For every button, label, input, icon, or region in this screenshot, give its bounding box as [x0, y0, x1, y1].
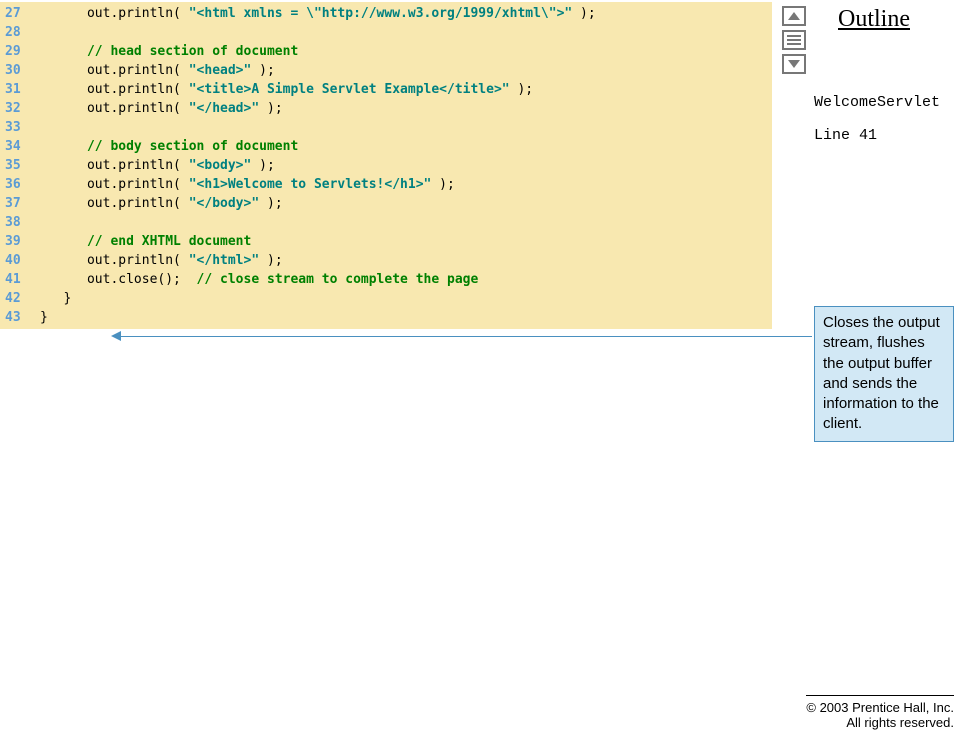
line-number: 40 [0, 251, 40, 270]
code-content: out.println( "<head>" ); [40, 61, 772, 80]
line-number: 38 [0, 213, 40, 232]
code-content: out.println( "<body>" ); [40, 156, 772, 175]
callout-arrow-head [111, 331, 121, 341]
outline-info: WelcomeServlet Line 41 [814, 94, 940, 146]
outline-title: Outline [838, 6, 910, 33]
code-content: out.println( "</html>" ); [40, 251, 772, 270]
line-number: 28 [0, 23, 40, 42]
lines-icon [782, 30, 806, 50]
code-content [40, 213, 772, 232]
code-line: 29 // head section of document [0, 42, 772, 61]
callout-arrow-line [120, 336, 812, 337]
code-content: out.println( "</head>" ); [40, 99, 772, 118]
code-content: } [40, 308, 772, 327]
outline-class-name: WelcomeServlet [814, 94, 940, 111]
code-content: out.println( "<html xmlns = \"http://www… [40, 4, 772, 23]
line-number: 36 [0, 175, 40, 194]
code-line: 38 [0, 213, 772, 232]
code-line: 34 // body section of document [0, 137, 772, 156]
footer-rights: All rights reserved. [806, 715, 954, 730]
line-number: 33 [0, 118, 40, 137]
code-line: 32 out.println( "</head>" ); [0, 99, 772, 118]
line-number: 31 [0, 80, 40, 99]
triangle-down-icon [782, 54, 806, 74]
line-number: 29 [0, 42, 40, 61]
code-content [40, 118, 772, 137]
code-line: 33 [0, 118, 772, 137]
triangle-up-icon [782, 6, 806, 26]
code-content: } [40, 289, 772, 308]
line-number: 30 [0, 61, 40, 80]
line-number: 39 [0, 232, 40, 251]
code-line: 39 // end XHTML document [0, 232, 772, 251]
code-content: out.println( "</body>" ); [40, 194, 772, 213]
outline-line-ref: Line 41 [814, 127, 940, 144]
outline-decoration [782, 6, 810, 78]
code-line: 40 out.println( "</html>" ); [0, 251, 772, 270]
code-content: out.close(); // close stream to complete… [40, 270, 772, 289]
code-content: out.println( "<title>A Simple Servlet Ex… [40, 80, 772, 99]
code-content [40, 23, 772, 42]
code-line: 27 out.println( "<html xmlns = \"http://… [0, 4, 772, 23]
code-line: 30 out.println( "<head>" ); [0, 61, 772, 80]
code-line: 43} [0, 308, 772, 327]
callout-box: Closes the output stream, flushes the ou… [814, 306, 954, 442]
line-number: 34 [0, 137, 40, 156]
code-content: out.println( "<h1>Welcome to Servlets!</… [40, 175, 772, 194]
code-line: 42 } [0, 289, 772, 308]
code-line: 37 out.println( "</body>" ); [0, 194, 772, 213]
line-number: 42 [0, 289, 40, 308]
line-number: 27 [0, 4, 40, 23]
footer-copyright: © 2003 Prentice Hall, Inc. [806, 695, 954, 715]
line-number: 37 [0, 194, 40, 213]
code-line: 41 out.close(); // close stream to compl… [0, 270, 772, 289]
callout-text: Closes the output stream, flushes the ou… [823, 314, 940, 432]
code-line: 28 [0, 23, 772, 42]
code-content: // head section of document [40, 42, 772, 61]
line-number: 32 [0, 99, 40, 118]
line-number: 41 [0, 270, 40, 289]
code-line: 36 out.println( "<h1>Welcome to Servlets… [0, 175, 772, 194]
code-line: 35 out.println( "<body>" ); [0, 156, 772, 175]
line-number: 35 [0, 156, 40, 175]
line-number: 43 [0, 308, 40, 327]
code-line: 31 out.println( "<title>A Simple Servlet… [0, 80, 772, 99]
footer: © 2003 Prentice Hall, Inc. All rights re… [806, 695, 954, 730]
code-content: // end XHTML document [40, 232, 772, 251]
code-block: 27 out.println( "<html xmlns = \"http://… [0, 2, 772, 329]
code-content: // body section of document [40, 137, 772, 156]
